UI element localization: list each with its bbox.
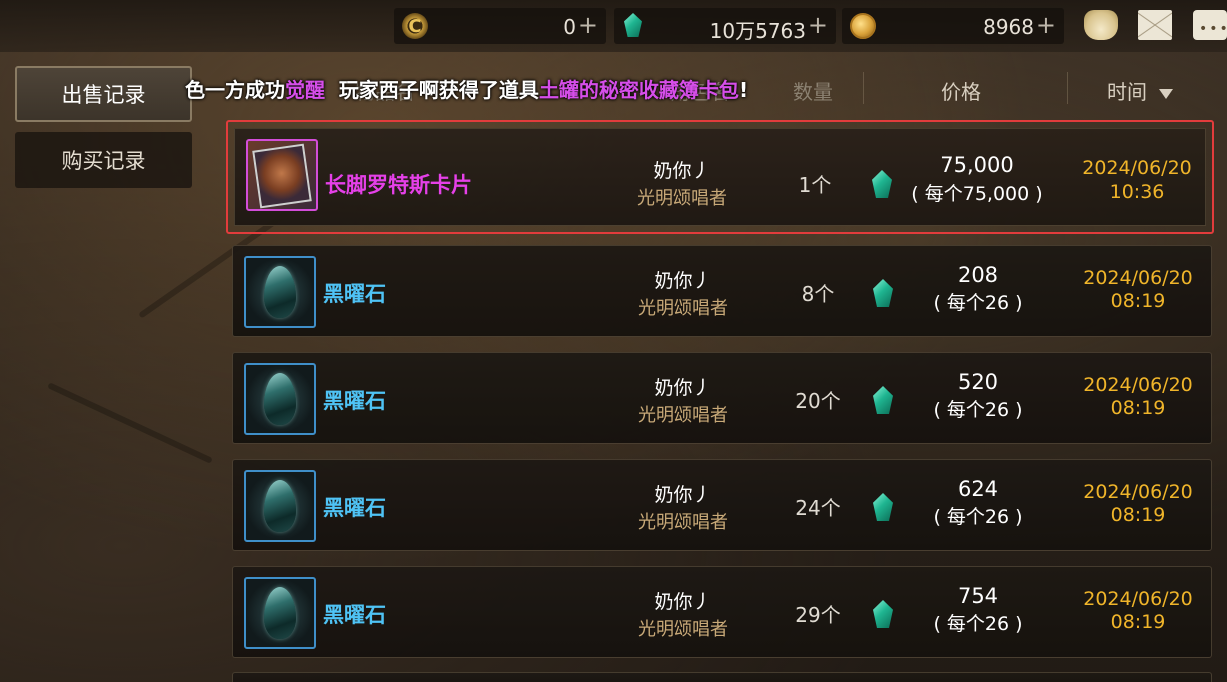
seller-title: 光明颂唱者 bbox=[638, 512, 728, 533]
quantity: 1个 bbox=[798, 173, 832, 197]
sale-date: 2024/06/20 bbox=[1083, 481, 1193, 503]
gem-icon bbox=[873, 493, 893, 521]
obsidian-item-icon bbox=[244, 256, 316, 328]
header-price: 价格 bbox=[941, 80, 981, 104]
gold-value: 8968 bbox=[983, 15, 1034, 39]
gem-icon bbox=[873, 600, 893, 628]
price-each: ( 每个26 ) bbox=[933, 292, 1023, 314]
price-total: 208 bbox=[957, 263, 999, 287]
seller-title: 光明颂唱者 bbox=[638, 298, 728, 319]
gold-coin-icon bbox=[850, 13, 876, 39]
chat-icon[interactable]: ••• bbox=[1193, 10, 1227, 40]
obsidian-item-icon bbox=[244, 363, 316, 435]
c-currency-icon: C bbox=[402, 13, 428, 39]
c-currency-display: C 0 + bbox=[394, 8, 606, 44]
add-gold-button[interactable]: + bbox=[1036, 11, 1056, 39]
ticker-suffix: ! bbox=[738, 78, 749, 102]
sale-time: 08:19 bbox=[1110, 504, 1166, 526]
header-divider bbox=[863, 72, 864, 104]
gem-icon bbox=[872, 170, 892, 198]
item-name: 黑曜石 bbox=[323, 389, 386, 413]
add-c-currency-button[interactable]: + bbox=[578, 11, 598, 39]
top-resource-bar: C 0 + 10万5763 + 8968 + ••• bbox=[0, 0, 1227, 52]
table-row[interactable] bbox=[232, 672, 1212, 682]
add-gem-button[interactable]: + bbox=[808, 11, 828, 39]
mail-icon[interactable] bbox=[1138, 10, 1172, 40]
sale-date: 2024/06/20 bbox=[1083, 374, 1193, 396]
table-row[interactable]: 黑曜石 奶你丿 光明颂唱者 8个 208 ( 每个26 ) 2024/06/20… bbox=[232, 245, 1212, 337]
seller-name: 奶你丿 bbox=[654, 270, 712, 292]
sale-time: 08:19 bbox=[1110, 611, 1166, 633]
header-time: 时间 bbox=[1107, 80, 1147, 104]
seller-name: 奶你丿 bbox=[654, 484, 712, 506]
seller-name: 奶你丿 bbox=[654, 377, 712, 399]
ticker-awaken: 觉醒 bbox=[285, 78, 325, 102]
price-total: 75,000 bbox=[940, 153, 1014, 177]
sale-date: 2024/06/20 bbox=[1083, 267, 1193, 289]
price-each: ( 每个26 ) bbox=[933, 613, 1023, 635]
row-inner: 长脚罗特斯卡片 奶你丿 光明颂唱者 1个 75,000 ( 每个75,000 )… bbox=[234, 128, 1206, 226]
sale-time: 08:19 bbox=[1110, 290, 1166, 312]
sale-time: 08:19 bbox=[1110, 397, 1166, 419]
card-item-icon bbox=[246, 139, 318, 211]
header-divider bbox=[1067, 72, 1068, 104]
quantity: 24个 bbox=[795, 496, 841, 520]
broadcast-ticker: 色一方成功觉醒 玩家西子啊获得了道具土罐的秘密收藏簿卡包! bbox=[185, 74, 748, 103]
item-name: 黑曜石 bbox=[323, 282, 386, 306]
seller-name: 奶你丿 bbox=[653, 160, 711, 182]
quantity: 8个 bbox=[801, 282, 835, 306]
sort-down-icon bbox=[1159, 88, 1173, 99]
ticker-item: 土罐的秘密收藏簿卡包 bbox=[538, 78, 739, 102]
tab-buy-records[interactable]: 购买记录 bbox=[15, 132, 192, 188]
gem-icon bbox=[624, 13, 650, 39]
quantity: 29个 bbox=[795, 603, 841, 627]
table-row[interactable]: 黑曜石 奶你丿 光明颂唱者 20个 520 ( 每个26 ) 2024/06/2… bbox=[232, 352, 1212, 444]
obsidian-item-icon bbox=[244, 577, 316, 649]
gem-icon bbox=[873, 386, 893, 414]
table-row[interactable]: 黑曜石 奶你丿 光明颂唱者 29个 754 ( 每个26 ) 2024/06/2… bbox=[232, 566, 1212, 658]
seller-title: 光明颂唱者 bbox=[638, 405, 728, 426]
obsidian-item-icon bbox=[244, 470, 316, 542]
sale-date: 2024/06/20 bbox=[1083, 588, 1193, 610]
background-decoration bbox=[47, 382, 213, 464]
gold-display: 8968 + bbox=[842, 8, 1064, 44]
ticker-mid: 玩家西子啊获得了道具 bbox=[325, 78, 539, 102]
price-total: 520 bbox=[957, 370, 999, 394]
header-time-sort[interactable]: 时间 bbox=[1107, 76, 1173, 105]
header-qty: 数量 bbox=[793, 80, 833, 104]
gem-display: 10万5763 + bbox=[614, 8, 836, 44]
price-total: 754 bbox=[957, 584, 999, 608]
table-row[interactable]: 黑曜石 奶你丿 光明颂唱者 24个 624 ( 每个26 ) 2024/06/2… bbox=[232, 459, 1212, 551]
gem-value: 10万5763 bbox=[709, 19, 806, 43]
seller-title: 光明颂唱者 bbox=[638, 619, 728, 640]
quantity: 20个 bbox=[795, 389, 841, 413]
sale-time: 10:36 bbox=[1109, 181, 1165, 203]
table-row[interactable]: 长脚罗特斯卡片 奶你丿 光明颂唱者 1个 75,000 ( 每个75,000 )… bbox=[226, 120, 1214, 234]
c-currency-value: 0 bbox=[563, 15, 576, 39]
item-name: 黑曜石 bbox=[323, 603, 386, 627]
price-each: ( 每个26 ) bbox=[933, 506, 1023, 528]
price-each: ( 每个75,000 ) bbox=[911, 183, 1043, 205]
tab-sell-records[interactable]: 出售记录 bbox=[15, 66, 192, 122]
pouch-icon[interactable] bbox=[1084, 10, 1118, 40]
seller-title: 光明颂唱者 bbox=[637, 188, 727, 209]
item-name: 长脚罗特斯卡片 bbox=[325, 173, 472, 197]
gem-icon bbox=[873, 279, 893, 307]
seller-name: 奶你丿 bbox=[654, 591, 712, 613]
price-each: ( 每个26 ) bbox=[933, 399, 1023, 421]
sale-date: 2024/06/20 bbox=[1082, 157, 1192, 179]
price-total: 624 bbox=[957, 477, 999, 501]
item-name: 黑曜石 bbox=[323, 496, 386, 520]
ticker-prefix: 色一方成功 bbox=[185, 78, 285, 102]
